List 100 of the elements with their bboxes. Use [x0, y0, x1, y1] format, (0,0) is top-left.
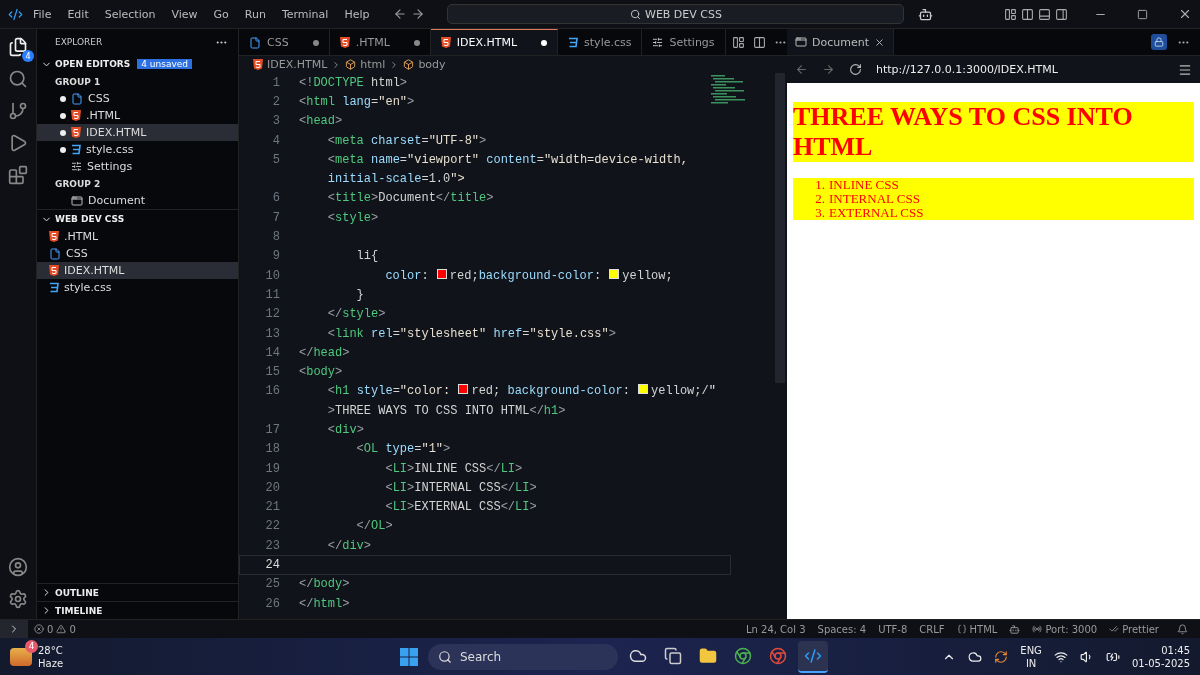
css-file-icon: [49, 282, 59, 293]
problems-button[interactable]: 0 0: [28, 623, 82, 635]
color-swatch[interactable]: [436, 268, 447, 279]
menu-item[interactable]: Terminal: [275, 7, 335, 21]
assistant-icon[interactable]: [1009, 623, 1021, 635]
reload-icon[interactable]: [849, 63, 862, 76]
close-icon[interactable]: [874, 36, 885, 48]
encoding[interactable]: UTF-8: [872, 623, 914, 635]
open-editor-item[interactable]: Settings: [37, 158, 238, 175]
open-editor-item[interactable]: style.css: [37, 141, 238, 158]
file-icon: [49, 247, 61, 260]
sync-icon[interactable]: [994, 649, 1009, 664]
cursor-position[interactable]: Ln 24, Col 3: [739, 623, 812, 635]
taskbar-search-field[interactable]: Search: [428, 643, 618, 670]
color-swatch[interactable]: [609, 268, 620, 279]
line-ending[interactable]: CRLF: [913, 623, 951, 635]
code-line: </style>: [326, 307, 386, 322]
html-file-icon: [440, 37, 451, 48]
breadcrumb-item[interactable]: IDEX.HTML: [267, 58, 328, 71]
open-editor-item[interactable]: IDEX.HTML: [37, 124, 238, 141]
forward-icon[interactable]: [822, 63, 835, 76]
line-number: 19: [264, 461, 281, 476]
line-number: 10: [264, 268, 281, 283]
close-icon[interactable]: [1178, 7, 1192, 21]
source-control-icon[interactable]: [8, 101, 28, 121]
browser-icon: [769, 646, 787, 665]
run-debug-icon[interactable]: [8, 133, 28, 153]
clock[interactable]: 01:45 01-05-2025: [1131, 643, 1190, 670]
taskbar-app-button[interactable]: [798, 640, 828, 673]
command-search-field[interactable]: WEB DEV CSS: [447, 4, 905, 24]
preview-tab[interactable]: Document: [787, 29, 894, 55]
minimap-drawing: [711, 75, 747, 107]
broadcast-icon: [1032, 624, 1043, 634]
account-icon[interactable]: [8, 557, 28, 577]
start-icon[interactable]: [400, 647, 418, 666]
split-editor-icon[interactable]: [752, 35, 766, 49]
css-file-icon: [71, 144, 81, 155]
back-icon[interactable]: [795, 63, 808, 76]
lock-button[interactable]: [1151, 34, 1167, 50]
line-number: 16: [264, 384, 281, 399]
menu-item[interactable]: Help: [338, 7, 376, 21]
open-preview-icon[interactable]: [731, 35, 745, 49]
open-editor-item[interactable]: CSS: [37, 90, 238, 107]
assistant-icon[interactable]: [918, 6, 934, 22]
color-swatch[interactable]: [458, 384, 469, 395]
html-file-icon: [339, 37, 350, 48]
breadcrumb-item[interactable]: body: [418, 58, 446, 71]
extensions-icon[interactable]: [8, 165, 28, 185]
sidebar-title: EXPLORER: [55, 37, 103, 47]
secondary-sidebar-icon[interactable]: [1055, 7, 1068, 21]
code-editor-icon: [804, 646, 822, 665]
search-icon: [630, 8, 641, 20]
menu-item[interactable]: Selection: [98, 7, 162, 21]
line-number: 3: [271, 114, 281, 129]
cloud-icon[interactable]: [968, 649, 983, 664]
menu-icon[interactable]: [1178, 62, 1192, 77]
color-swatch[interactable]: [638, 384, 649, 395]
menu-item[interactable]: File: [27, 7, 58, 21]
css-file-icon: [568, 37, 579, 48]
line-number: 9: [271, 249, 281, 264]
explorer-entry[interactable]: CSS: [37, 245, 238, 262]
group-title: GROUP 2: [54, 177, 102, 191]
explorer-icon[interactable]: [8, 37, 28, 57]
restore-icon[interactable]: [1137, 8, 1148, 20]
open-editor-item[interactable]: Document: [37, 192, 238, 209]
explorer-entry[interactable]: .HTML: [37, 228, 238, 245]
menu-item[interactable]: Go: [207, 7, 235, 21]
indentation[interactable]: Spaces: 4: [811, 623, 873, 635]
remote-button[interactable]: [0, 620, 28, 638]
back-icon[interactable]: [393, 7, 408, 21]
section-title: TIMELINE: [55, 605, 103, 616]
layout-icon[interactable]: [1004, 7, 1017, 21]
search-icon[interactable]: [8, 69, 28, 89]
windows-icon: [664, 646, 682, 665]
sidebar-toggle-icon[interactable]: [1021, 7, 1034, 21]
menu-item[interactable]: Run: [238, 7, 272, 21]
open-editor-item[interactable]: .HTML: [37, 107, 238, 124]
input-language[interactable]: ENG IN: [1020, 643, 1042, 670]
editor-tab[interactable]: IDEX.HTML: [430, 29, 559, 55]
settings-icon[interactable]: [8, 589, 28, 609]
wifi-icon[interactable]: [1053, 649, 1068, 664]
forward-icon[interactable]: [411, 7, 426, 21]
code-line: <!DOCTYPE html>: [299, 75, 408, 90]
live-server-port[interactable]: Port: 3000: [1026, 623, 1104, 635]
formatter-status[interactable]: Prettier: [1103, 623, 1165, 635]
explorer-entry[interactable]: style.css: [37, 279, 238, 296]
sliders-icon: [652, 37, 664, 48]
breadcrumb-item[interactable]: html: [360, 58, 386, 71]
explorer-entry[interactable]: IDEX.HTML: [37, 262, 238, 279]
code-line: <OL type="1">: [355, 442, 451, 457]
code-line: </div>: [326, 538, 372, 553]
section-title: OUTLINE: [55, 587, 99, 598]
language-mode[interactable]: HTML: [950, 623, 1004, 635]
html-file-icon: [49, 231, 59, 242]
double-check-icon: [1109, 624, 1120, 634]
notifications-icon[interactable]: [1177, 623, 1188, 635]
code-line: <body>: [299, 365, 343, 380]
panel-toggle-icon[interactable]: [1038, 7, 1051, 21]
menu-item[interactable]: Edit: [61, 7, 95, 21]
menu-item[interactable]: View: [165, 7, 204, 21]
